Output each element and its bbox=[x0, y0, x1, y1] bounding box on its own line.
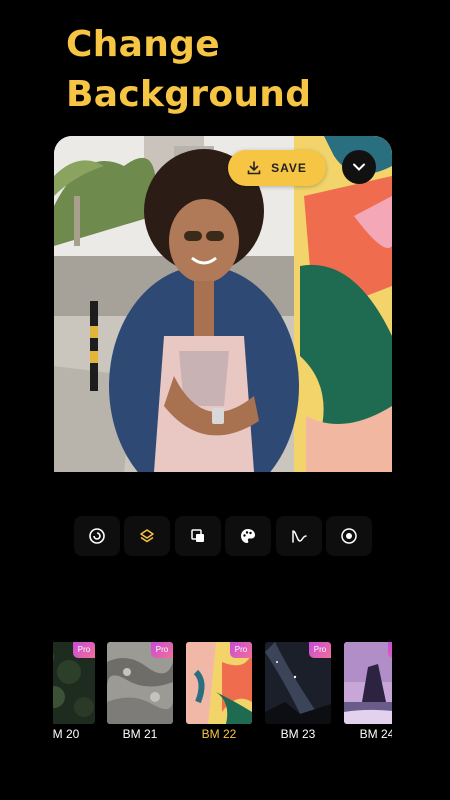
thumb-label-selected: BM 22 bbox=[201, 727, 237, 741]
pro-badge: Pro bbox=[309, 642, 331, 658]
download-icon bbox=[247, 161, 261, 175]
background-thumb-bm20[interactable]: Pro bbox=[29, 642, 95, 724]
duplicate-icon bbox=[191, 529, 204, 542]
expand-button[interactable] bbox=[342, 150, 376, 184]
pro-badge: Pro bbox=[388, 642, 410, 658]
page-title: Change Background bbox=[66, 20, 396, 120]
swirl-icon bbox=[89, 528, 105, 544]
thumb-label: BM 21 bbox=[122, 727, 158, 741]
title-line-1: Change bbox=[66, 24, 220, 65]
background-thumb-bm23[interactable]: Pro bbox=[265, 642, 331, 724]
curve-icon bbox=[291, 530, 307, 543]
background-thumb-bm22[interactable]: Pro bbox=[186, 642, 252, 724]
save-button[interactable]: SAVE bbox=[228, 150, 326, 186]
background-thumb-bm24[interactable]: Pro bbox=[344, 642, 410, 724]
edit-toolbar bbox=[74, 516, 372, 556]
pro-badge: Pro bbox=[230, 642, 252, 658]
photo-canvas[interactable] bbox=[54, 136, 392, 472]
thumb-label: BM 24 bbox=[359, 727, 395, 741]
palette-icon bbox=[241, 529, 256, 543]
background-picker[interactable]: Pro BM 20 Pro BM 21 Pro BM 22 Pro BM 23 … bbox=[0, 642, 450, 752]
target-icon bbox=[341, 528, 357, 544]
thumb-label: BM 20 bbox=[44, 727, 80, 741]
title-line-2: Background bbox=[66, 74, 312, 115]
pro-badge: Pro bbox=[73, 642, 95, 658]
chevron-down-icon bbox=[353, 163, 365, 171]
thumb-label: BM 23 bbox=[280, 727, 316, 741]
tool-target[interactable] bbox=[325, 516, 372, 556]
pro-badge: Pro bbox=[151, 642, 173, 658]
background-thumb-bm21[interactable]: Pro bbox=[107, 642, 173, 724]
tool-duplicate[interactable] bbox=[174, 516, 221, 556]
tool-layers[interactable] bbox=[124, 516, 171, 556]
save-label: SAVE bbox=[271, 161, 307, 175]
tool-swirl[interactable] bbox=[74, 516, 120, 556]
edited-photo bbox=[54, 136, 392, 472]
tool-curve[interactable] bbox=[275, 516, 322, 556]
tool-palette[interactable] bbox=[225, 516, 272, 556]
layers-icon bbox=[140, 529, 155, 543]
